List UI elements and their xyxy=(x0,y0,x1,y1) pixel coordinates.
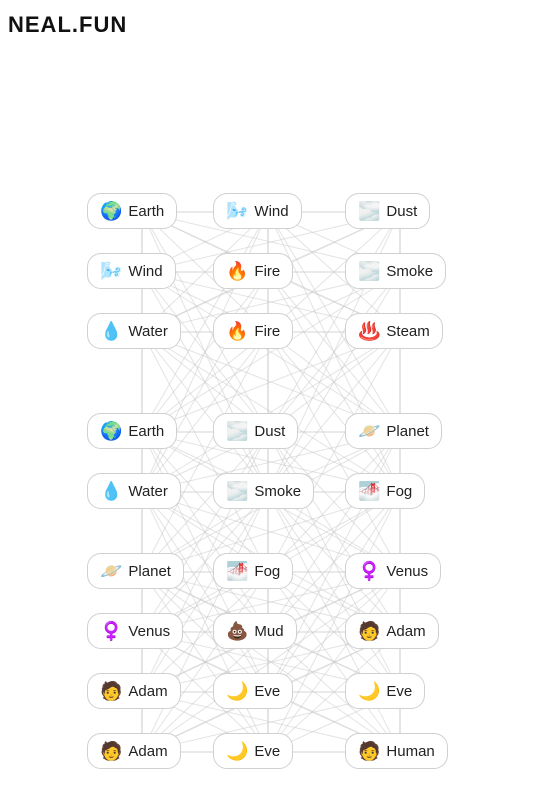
element-card-wind[interactable]: 🌬️ Wind xyxy=(87,253,176,289)
element-label: Eve xyxy=(386,683,412,700)
site-logo: NEAL.FUN xyxy=(8,12,127,38)
element-card-smoke[interactable]: 🌫️ Smoke xyxy=(345,253,446,289)
element-card-planet[interactable]: 🪐 Planet xyxy=(87,553,184,589)
element-card-water[interactable]: 💧 Water xyxy=(87,473,181,509)
element-label: Fire xyxy=(254,263,280,280)
element-card-fire[interactable]: 🔥 Fire xyxy=(213,253,293,289)
element-emoji: 💧 xyxy=(100,482,122,500)
element-label: Smoke xyxy=(386,263,433,280)
element-emoji: 🔥 xyxy=(226,262,248,280)
element-emoji: 🌙 xyxy=(226,742,248,760)
element-emoji: 🪐 xyxy=(358,422,380,440)
element-emoji: 🧑 xyxy=(358,742,380,760)
element-emoji: 🧑 xyxy=(100,682,122,700)
element-emoji: 🔥 xyxy=(226,322,248,340)
element-label: Planet xyxy=(386,423,429,440)
element-label: Eve xyxy=(254,683,280,700)
element-card-eve[interactable]: 🌙 Eve xyxy=(345,673,425,709)
element-card-fog[interactable]: 🌁 Fog xyxy=(345,473,425,509)
element-card-fog[interactable]: 🌁 Fog xyxy=(213,553,293,589)
element-card-adam[interactable]: 🧑 Adam xyxy=(87,733,181,769)
element-label: Water xyxy=(128,483,167,500)
element-label: Wind xyxy=(128,263,162,280)
element-label: Steam xyxy=(386,323,429,340)
element-emoji: 🌫️ xyxy=(358,202,380,220)
element-card-adam[interactable]: 🧑 Adam xyxy=(87,673,181,709)
element-emoji: 💩 xyxy=(226,622,248,640)
element-label: Venus xyxy=(128,623,170,640)
element-label: Earth xyxy=(128,203,164,220)
element-card-venus[interactable]: ♀️ Venus xyxy=(87,613,183,649)
element-emoji: 🧑 xyxy=(358,622,380,640)
element-label: Venus xyxy=(386,563,428,580)
element-emoji: 🌫️ xyxy=(226,422,248,440)
element-card-smoke[interactable]: 🌫️ Smoke xyxy=(213,473,314,509)
element-card-dust[interactable]: 🌫️ Dust xyxy=(345,193,430,229)
element-card-earth[interactable]: 🌍 Earth xyxy=(87,413,177,449)
element-label: Wind xyxy=(254,203,288,220)
element-emoji: ♀️ xyxy=(100,622,122,640)
element-emoji: 🌙 xyxy=(226,682,248,700)
element-emoji: 🌙 xyxy=(358,682,380,700)
element-card-eve[interactable]: 🌙 Eve xyxy=(213,733,293,769)
element-emoji: 💧 xyxy=(100,322,122,340)
element-card-steam[interactable]: ♨️ Steam xyxy=(345,313,443,349)
element-label: Dust xyxy=(386,203,417,220)
element-emoji: 🌬️ xyxy=(226,202,248,220)
element-label: Human xyxy=(386,743,434,760)
element-label: Earth xyxy=(128,423,164,440)
element-emoji: 🌁 xyxy=(358,482,380,500)
element-card-venus[interactable]: ♀️ Venus xyxy=(345,553,441,589)
element-emoji: 🌬️ xyxy=(100,262,122,280)
element-emoji: 🌫️ xyxy=(358,262,380,280)
element-emoji: 🧑 xyxy=(100,742,122,760)
element-card-eve[interactable]: 🌙 Eve xyxy=(213,673,293,709)
element-label: Fog xyxy=(254,563,280,580)
element-label: Adam xyxy=(386,623,425,640)
element-card-fire[interactable]: 🔥 Fire xyxy=(213,313,293,349)
element-card-human[interactable]: 🧑 Human xyxy=(345,733,448,769)
element-label: Mud xyxy=(254,623,283,640)
element-label: Eve xyxy=(254,743,280,760)
element-emoji: 🌍 xyxy=(100,422,122,440)
element-card-dust[interactable]: 🌫️ Dust xyxy=(213,413,298,449)
element-label: Planet xyxy=(128,563,171,580)
element-label: Smoke xyxy=(254,483,301,500)
element-card-mud[interactable]: 💩 Mud xyxy=(213,613,297,649)
element-emoji: ♨️ xyxy=(358,322,380,340)
element-card-earth[interactable]: 🌍 Earth xyxy=(87,193,177,229)
element-emoji: 🌍 xyxy=(100,202,122,220)
element-card-water[interactable]: 💧 Water xyxy=(87,313,181,349)
element-emoji: ♀️ xyxy=(358,562,380,580)
element-card-wind[interactable]: 🌬️ Wind xyxy=(213,193,302,229)
element-card-planet[interactable]: 🪐 Planet xyxy=(345,413,442,449)
element-emoji: 🌁 xyxy=(226,562,248,580)
element-label: Fog xyxy=(386,483,412,500)
element-label: Adam xyxy=(128,743,167,760)
element-label: Dust xyxy=(254,423,285,440)
element-card-adam[interactable]: 🧑 Adam xyxy=(345,613,439,649)
element-label: Fire xyxy=(254,323,280,340)
element-label: Water xyxy=(128,323,167,340)
element-emoji: 🌫️ xyxy=(226,482,248,500)
element-label: Adam xyxy=(128,683,167,700)
element-emoji: 🪐 xyxy=(100,562,122,580)
